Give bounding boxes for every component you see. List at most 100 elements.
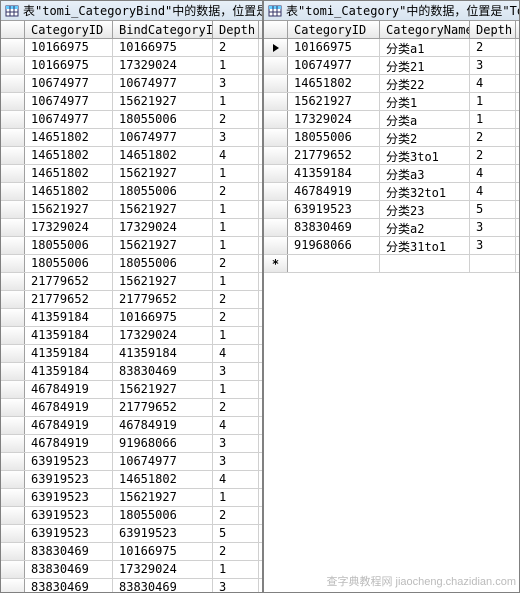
cell[interactable]: 10674977 <box>113 453 213 470</box>
table-row[interactable]: 63919523146518024 <box>1 471 262 489</box>
cell[interactable]: 2 <box>213 399 259 416</box>
cell[interactable]: 5 <box>213 525 259 542</box>
row-selector[interactable] <box>1 507 25 524</box>
table-row[interactable]: 41359184分类a34 <box>264 165 519 183</box>
table-row[interactable]: 46784919156219271 <box>1 381 262 399</box>
cell[interactable]: 分类3to1 <box>380 147 470 164</box>
row-selector[interactable] <box>1 381 25 398</box>
table-row[interactable]: 10166975173290241 <box>1 57 262 75</box>
cell[interactable]: 18055006 <box>113 255 213 272</box>
cell[interactable]: 10674977 <box>25 75 113 92</box>
table-row[interactable]: 46784919217796522 <box>1 399 262 417</box>
cell[interactable]: 15621927 <box>113 237 213 254</box>
table-row[interactable]: 63919523分类235 <box>264 201 519 219</box>
row-selector-header[interactable] <box>1 21 25 38</box>
cell[interactable]: 14651802 <box>25 183 113 200</box>
table-row[interactable]: 15621927156219271 <box>1 201 262 219</box>
new-row[interactable]: * <box>264 255 519 273</box>
cell[interactable]: 63919523 <box>25 507 113 524</box>
cell[interactable]: 21779652 <box>113 399 213 416</box>
cell[interactable]: 17329024 <box>288 111 380 128</box>
row-selector[interactable] <box>1 327 25 344</box>
col-header[interactable]: Depth <box>213 21 259 38</box>
table-row[interactable]: 10674977156219271 <box>1 93 262 111</box>
cell[interactable]: 41359184 <box>113 345 213 362</box>
cell[interactable]: 2 <box>470 147 516 164</box>
cell[interactable]: 3 <box>213 363 259 380</box>
cell[interactable]: 1 <box>470 93 516 110</box>
cell[interactable]: 1 <box>213 219 259 236</box>
row-selector[interactable] <box>1 417 25 434</box>
row-selector[interactable] <box>1 309 25 326</box>
cell[interactable]: 83830469 <box>113 363 213 380</box>
cell[interactable]: 46784919 <box>288 183 380 200</box>
row-selector[interactable] <box>264 183 288 200</box>
cell[interactable]: 1 <box>213 93 259 110</box>
cell[interactable]: 63919523 <box>25 525 113 542</box>
cell[interactable]: 4 <box>213 417 259 434</box>
cell[interactable]: 1 <box>213 237 259 254</box>
cell[interactable]: 2 <box>213 291 259 308</box>
cell[interactable]: 2 <box>470 129 516 146</box>
cell[interactable]: 2 <box>213 183 259 200</box>
row-selector[interactable] <box>1 345 25 362</box>
cell[interactable]: 17329024 <box>113 327 213 344</box>
row-selector[interactable] <box>1 237 25 254</box>
row-selector[interactable] <box>1 219 25 236</box>
cell[interactable]: 17329024 <box>113 561 213 578</box>
cell[interactable]: 41359184 <box>25 363 113 380</box>
cell[interactable]: 4 <box>213 345 259 362</box>
cell[interactable]: 3 <box>213 579 259 593</box>
row-selector[interactable] <box>1 579 25 593</box>
row-selector[interactable] <box>1 93 25 110</box>
row-selector[interactable] <box>264 39 288 56</box>
row-selector[interactable] <box>264 237 288 254</box>
cell[interactable]: 63919523 <box>25 489 113 506</box>
cell[interactable]: 15621927 <box>113 273 213 290</box>
cell[interactable]: 10674977 <box>288 57 380 74</box>
row-selector-header[interactable] <box>264 21 288 38</box>
cell[interactable]: 3 <box>213 453 259 470</box>
cell[interactable]: 10166975 <box>25 57 113 74</box>
row-selector[interactable] <box>1 273 25 290</box>
cell[interactable]: 分类21 <box>380 57 470 74</box>
cell[interactable]: 21779652 <box>25 273 113 290</box>
row-selector[interactable] <box>264 201 288 218</box>
table-row[interactable]: 41359184173290241 <box>1 327 262 345</box>
cell[interactable]: 14651802 <box>25 147 113 164</box>
table-row[interactable]: 10674977106749773 <box>1 75 262 93</box>
cell[interactable]: 18055006 <box>113 111 213 128</box>
row-selector[interactable] <box>1 165 25 182</box>
col-header[interactable]: CategoryID <box>288 21 380 38</box>
row-selector[interactable] <box>1 489 25 506</box>
cell[interactable]: 分类31to1 <box>380 237 470 254</box>
cell[interactable]: 1 <box>213 165 259 182</box>
row-selector[interactable] <box>1 111 25 128</box>
table-row[interactable]: 10166975分类a12 <box>264 39 519 57</box>
cell[interactable]: 1 <box>213 201 259 218</box>
cell[interactable]: 2 <box>213 309 259 326</box>
table-row[interactable]: 63919523106749773 <box>1 453 262 471</box>
cell[interactable]: 4 <box>470 165 516 182</box>
cell[interactable]: 18055006 <box>288 129 380 146</box>
cell[interactable]: 分类32to1 <box>380 183 470 200</box>
cell[interactable]: 2 <box>213 39 259 56</box>
cell[interactable]: 21779652 <box>25 291 113 308</box>
cell[interactable]: 10166975 <box>113 309 213 326</box>
cell[interactable]: 1 <box>213 57 259 74</box>
table-row[interactable]: 15621927分类11 <box>264 93 519 111</box>
cell[interactable]: 15621927 <box>113 93 213 110</box>
cell[interactable]: 15621927 <box>113 201 213 218</box>
cell[interactable]: 分类a3 <box>380 165 470 182</box>
cell[interactable]: 2 <box>470 39 516 56</box>
table-row[interactable]: 41359184101669752 <box>1 309 262 327</box>
cell[interactable]: 4 <box>213 147 259 164</box>
cell[interactable]: 3 <box>213 75 259 92</box>
cell[interactable]: 4 <box>470 183 516 200</box>
row-selector[interactable] <box>1 561 25 578</box>
cell[interactable]: 2 <box>213 543 259 560</box>
col-header[interactable]: BindCategoryID <box>113 21 213 38</box>
cell[interactable]: 1 <box>213 489 259 506</box>
row-selector[interactable] <box>1 255 25 272</box>
cell[interactable]: 14651802 <box>113 471 213 488</box>
